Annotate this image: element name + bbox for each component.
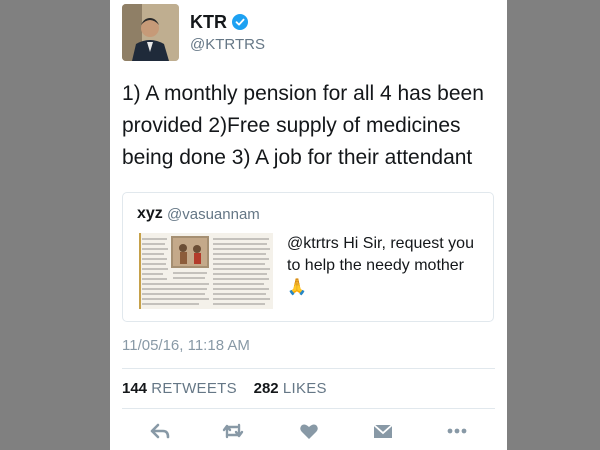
tweet-card: KTR @KTRTRS 1) A monthly pension for all…	[110, 0, 507, 450]
engagement-stats: 144 RETWEETS 282 LIKES	[122, 380, 327, 397]
author-name[interactable]: KTR	[190, 12, 227, 33]
news-clipping-image[interactable]	[139, 233, 273, 309]
reply-icon[interactable]	[149, 420, 171, 442]
retweet-count[interactable]: 144	[122, 380, 147, 397]
divider	[122, 368, 495, 369]
quoted-author-handle: @vasuannam	[167, 206, 260, 223]
retweet-icon[interactable]	[222, 420, 244, 442]
author-avatar[interactable]	[122, 4, 179, 61]
like-count[interactable]: 282	[254, 380, 279, 397]
author-handle[interactable]: @KTRTRS	[190, 36, 265, 53]
tweet-timestamp[interactable]: 11/05/16, 11:18 AM	[122, 337, 250, 354]
verified-badge-icon	[232, 14, 248, 30]
more-dots-icon[interactable]	[446, 420, 468, 442]
divider	[122, 408, 495, 409]
quoted-tweet[interactable]: xyz @vasuannam @ktrtrs Hi Sir, request y…	[122, 192, 494, 322]
tweet-text: 1) A monthly pension for all 4 has been …	[122, 82, 484, 169]
like-label[interactable]: LIKES	[283, 380, 327, 397]
quoted-tweet-text: @ktrtrs Hi Sir, request you to help the …	[287, 235, 474, 296]
retweet-label[interactable]: RETWEETS	[151, 380, 237, 397]
quoted-author-name: xyz	[137, 205, 163, 222]
heart-icon[interactable]	[298, 420, 320, 442]
envelope-icon[interactable]	[372, 420, 394, 442]
